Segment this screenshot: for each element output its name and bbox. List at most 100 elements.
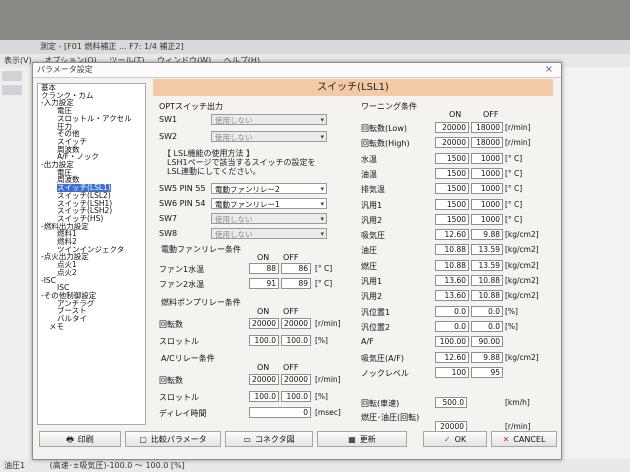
tree-item[interactable]: メモ <box>38 322 145 331</box>
document-icon: ▢ <box>139 435 147 444</box>
dialog-title: パラメータ設定 <box>37 65 93 74</box>
warning-off-field[interactable]: 9.88 <box>471 229 503 241</box>
cancel-button[interactable]: ✕ CANCEL <box>491 431 557 447</box>
warning-on-field[interactable]: 100.00 <box>435 336 469 348</box>
tree-item[interactable]: スロットル・アクセル <box>38 114 145 123</box>
warning-on-field[interactable]: 10.88 <box>435 259 469 271</box>
warning-on-field[interactable]: 13.60 <box>435 275 469 286</box>
sw6-select[interactable]: 電動ファンリレー1 ▾ <box>211 198 327 209</box>
sw6-label: SW6 PIN 54 <box>159 199 206 208</box>
pump-throttle-off-field[interactable]: 100.0 <box>281 335 311 346</box>
sw6-value: 電動ファンリレー1 <box>215 200 280 209</box>
sw5-select[interactable]: 電動ファンリレー2 ▾ <box>211 183 327 194</box>
ac-delay-field[interactable]: 0 <box>249 407 311 418</box>
warning-off-field[interactable]: 1000 <box>471 198 503 210</box>
warning-on-field[interactable]: 1500 <box>435 152 469 164</box>
warning-off-field[interactable]: 10.88 <box>471 290 503 302</box>
warning-row-label: 吸気圧 <box>361 231 385 241</box>
tree-item[interactable]: ブースト <box>38 307 145 315</box>
warning-on-field[interactable]: 10.88 <box>435 244 469 256</box>
warning-off-field[interactable]: 13.59 <box>471 259 503 271</box>
background-panel <box>560 67 630 459</box>
tree-item[interactable]: アンチラグ <box>38 299 145 308</box>
ok-button[interactable]: ✓ OK <box>423 431 487 447</box>
tree-item[interactable]: 点火1 <box>38 261 145 269</box>
warning-off-field[interactable]: 1000 <box>471 167 503 179</box>
warning-unit: [° C] <box>505 184 523 194</box>
warning-off-field[interactable]: 18000 <box>471 137 503 149</box>
close-icon[interactable]: × <box>545 63 553 77</box>
speed-unit: [km/h] <box>505 398 530 407</box>
tree-item[interactable]: 電圧 <box>38 168 145 177</box>
tree-item[interactable]: -燃料出力設定 <box>38 222 145 231</box>
warning-off-field[interactable]: 0.0 <box>471 305 503 317</box>
tree-item[interactable]: -点火出力設定 <box>38 253 145 261</box>
warning-on-field[interactable]: 0.0 <box>435 320 469 332</box>
ac-throttle-off-field[interactable]: 100.0 <box>281 391 311 402</box>
sw7-select[interactable]: 使用しない ▾ <box>211 213 327 224</box>
warning-on-field[interactable]: 0.0 <box>435 305 469 317</box>
tree-item[interactable]: -出力設定 <box>38 161 145 169</box>
warning-on-field[interactable]: 20000 <box>435 122 469 133</box>
pump-off-header: OFF <box>283 307 299 316</box>
warning-off-field[interactable]: 13.59 <box>471 244 503 256</box>
update-button[interactable]: ▦ 更新 <box>317 431 407 447</box>
tree-item[interactable]: -ISC <box>38 276 145 285</box>
warning-on-field[interactable]: 100 <box>435 366 469 378</box>
sw2-select[interactable]: 使用しない ▾ <box>211 131 327 142</box>
pump-rpm-off-field[interactable]: 20000 <box>281 318 311 329</box>
tree-item[interactable]: -入力設定 <box>38 99 145 107</box>
warning-on-field[interactable]: 1500 <box>435 198 469 210</box>
tree-item[interactable]: その他 <box>38 130 145 138</box>
pump-rpm-on-field[interactable]: 20000 <box>249 318 279 329</box>
warning-off-field[interactable]: 1000 <box>471 213 503 225</box>
connector-diagram-button[interactable]: ▭ コネクタ図 <box>225 431 313 447</box>
settings-tree[interactable]: 基本 クランク・カム -入力設定 電圧 スロットル・アクセル 圧力 その他 スイッチ 周波数 A/… <box>37 83 146 425</box>
ac-rpm-off-field[interactable]: 20000 <box>281 374 311 385</box>
toolbar-icon[interactable] <box>2 71 22 81</box>
menu-view[interactable]: 表示(V) <box>4 56 32 65</box>
fan1-on-field[interactable]: 88 <box>249 263 279 274</box>
sw8-select[interactable]: 使用しない ▾ <box>211 228 327 239</box>
ac-throttle-on-field[interactable]: 100.0 <box>249 391 279 402</box>
warning-off-field[interactable]: 0.0 <box>471 320 503 332</box>
warning-unit: [kg/cm2] <box>505 352 539 362</box>
warning-off-field[interactable]: 90.00 <box>471 336 503 348</box>
tree-item[interactable]: スイッチ <box>38 138 145 146</box>
warning-off-field[interactable]: 9.88 <box>471 351 503 363</box>
warning-on-field[interactable]: 13.60 <box>435 290 469 302</box>
warning-unit: [° C] <box>505 214 523 224</box>
status-bar: 油圧1 (高速･±吸気圧)-100.0 ～ 100.0 [%] <box>0 459 630 472</box>
chevron-down-icon: ▾ <box>320 230 324 238</box>
lsl-usage-line1: LSH1ページで該当するスイッチの設定を <box>167 158 316 167</box>
sw2-value: 使用しない <box>215 133 253 142</box>
warning-on-field[interactable]: 1500 <box>435 167 469 179</box>
sw5-label: SW5 PIN 55 <box>159 184 206 193</box>
pump-throttle-on-field[interactable]: 100.0 <box>249 335 279 346</box>
print-button[interactable]: 🖶 印刷 <box>39 431 121 447</box>
warning-off-field[interactable]: 10.88 <box>471 275 503 286</box>
sw1-select[interactable]: 使用しない ▾ <box>211 114 327 125</box>
warning-on-field[interactable]: 1500 <box>435 213 469 225</box>
warning-on-field[interactable]: 12.60 <box>435 229 469 241</box>
warning-off-field[interactable]: 1000 <box>471 183 503 195</box>
ac-throttle-unit: [%] <box>315 392 328 401</box>
warning-off-field[interactable]: 1000 <box>471 152 503 164</box>
warning-off-field[interactable]: 95 <box>471 366 503 378</box>
tree-item[interactable]: 燃料1 <box>38 230 145 238</box>
fan2-off-field[interactable]: 89 <box>281 278 311 289</box>
fan1-off-field[interactable]: 86 <box>281 263 311 274</box>
compare-params-button[interactable]: ▢ 比較パラメータ <box>125 431 221 447</box>
tree-item[interactable]: 圧力 <box>38 122 145 131</box>
toolbar-icon[interactable] <box>2 85 22 95</box>
warning-on-field[interactable]: 1500 <box>435 183 469 195</box>
chevron-down-icon: ▾ <box>320 133 324 141</box>
warning-off-field[interactable]: 18000 <box>471 122 503 133</box>
status-item: (高速･±吸気圧)-100.0 ～ 100.0 [%] <box>49 461 185 470</box>
ac-delay-label: ディレイ時間 <box>159 409 207 418</box>
warning-on-field[interactable]: 20000 <box>435 137 469 149</box>
fan2-on-field[interactable]: 91 <box>249 278 279 289</box>
ac-rpm-on-field[interactable]: 20000 <box>249 374 279 385</box>
warning-on-field[interactable]: 12.60 <box>435 351 469 363</box>
speed-field[interactable]: 500.0 <box>435 397 467 408</box>
